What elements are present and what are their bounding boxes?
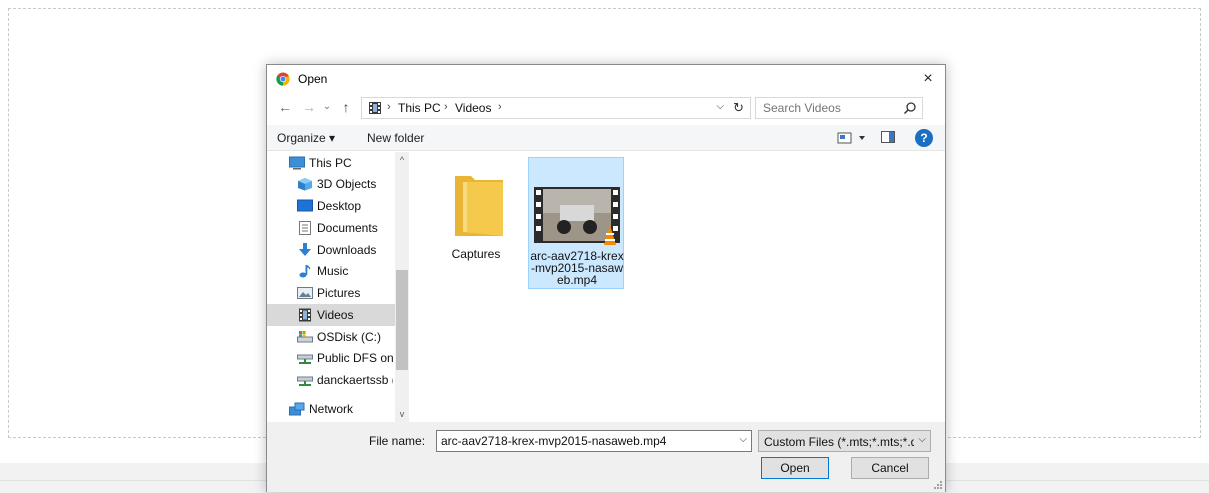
- dialog-titlebar: Open ×: [267, 65, 945, 93]
- file-name-panel: File name: ⌵ Custom Files (*.mts;*.mts;*…: [267, 422, 945, 492]
- back-button[interactable]: ←: [275, 95, 295, 119]
- new-folder-button[interactable]: New folder: [367, 131, 424, 145]
- sidebar-item-pictures[interactable]: Pictures: [267, 282, 395, 304]
- sidebar-item-label: Music: [317, 264, 349, 278]
- sidebar-item-this-pc[interactable]: This PC: [267, 152, 395, 174]
- sidebar-item-label: Desktop: [317, 199, 362, 213]
- resize-grip-icon[interactable]: [933, 480, 943, 490]
- sidebar-item-public-dfs[interactable]: Public DFS on N: [267, 347, 395, 369]
- videos-icon: [299, 308, 311, 322]
- search-box[interactable]: [755, 97, 923, 119]
- sidebar-item-label: Network: [309, 402, 354, 416]
- close-button[interactable]: ×: [917, 67, 939, 91]
- sidebar-item-label: Videos: [317, 308, 354, 322]
- sidebar-item-label: Pictures: [317, 286, 361, 300]
- desktop-icon: [297, 199, 313, 212]
- sidebar-item-label: Documents: [317, 221, 378, 235]
- address-bar[interactable]: › This PC › Videos › ⌵ ↻: [361, 97, 751, 119]
- sidebar-item-desktop[interactable]: Desktop: [267, 195, 395, 217]
- file-name: Captures: [451, 247, 501, 261]
- chevron-down-icon[interactable]: ⌵: [918, 434, 926, 445]
- breadcrumb-separator: ›: [444, 101, 448, 113]
- file-name: eb.mp4: [556, 273, 598, 287]
- navigation-scrollbar[interactable]: ^ v: [395, 152, 409, 422]
- network-drive-icon: [297, 376, 313, 386]
- search-icon[interactable]: [903, 101, 917, 115]
- scroll-thumb[interactable]: [396, 270, 408, 370]
- scroll-up-button[interactable]: ^: [395, 152, 409, 168]
- open-button-label: Open: [780, 461, 810, 475]
- sidebar-item-danckaertssb[interactable]: danckaertssb (\\: [267, 369, 395, 391]
- navigation-bar: ← → ⌄ ↑ › This PC › Videos › ⌵ ↻: [267, 95, 945, 121]
- breadcrumb-separator: ›: [498, 101, 502, 113]
- sidebar-item-music[interactable]: Music: [267, 260, 395, 282]
- open-button[interactable]: Open: [761, 457, 829, 479]
- sidebar-item-label: Downloads: [317, 243, 377, 257]
- breadcrumb-videos[interactable]: Videos: [455, 101, 491, 115]
- navigation-pane: This PC 3D Objects Desktop Documents Dow…: [267, 152, 409, 422]
- folder-icon: [455, 176, 503, 236]
- chevron-down-icon[interactable]: ⌵: [739, 434, 747, 445]
- file-list: Captures arc-aav2718-krex -mvp2015-nasaw…: [410, 152, 945, 422]
- network-drive-icon: [297, 354, 313, 364]
- breadcrumb-this-pc[interactable]: This PC: [398, 101, 441, 115]
- sidebar-item-label: danckaertssb (\\: [317, 373, 393, 387]
- breadcrumb-separator: ›: [387, 101, 391, 113]
- cancel-button[interactable]: Cancel: [851, 457, 929, 479]
- sidebar-item-documents[interactable]: Documents: [267, 217, 395, 239]
- file-item-captures[interactable]: Captures: [428, 156, 524, 286]
- search-input[interactable]: [756, 98, 896, 118]
- sidebar-item-downloads[interactable]: Downloads: [267, 239, 395, 261]
- preview-pane-icon[interactable]: [881, 131, 895, 143]
- sidebar-item-label: Public DFS on N: [317, 351, 393, 365]
- 3d-objects-icon: [298, 178, 312, 191]
- command-toolbar: Organize ▾ New folder ?: [267, 125, 945, 151]
- file-name-label: File name:: [369, 434, 426, 448]
- file-item-video[interactable]: arc-aav2718-krex -mvp2015-nasaw eb.mp4: [528, 157, 624, 289]
- drive-icon: [297, 331, 313, 343]
- cancel-button-label: Cancel: [871, 461, 909, 475]
- downloads-icon: [299, 243, 311, 256]
- address-dropdown-icon[interactable]: ⌵: [716, 101, 724, 112]
- scroll-down-button[interactable]: v: [395, 406, 409, 422]
- change-view-icon[interactable]: [837, 131, 867, 145]
- open-file-dialog: Open × ← → ⌄ ↑ › This PC › Videos › ⌵ ↻: [266, 64, 946, 492]
- documents-icon: [299, 221, 311, 235]
- sidebar-item-network[interactable]: Network: [267, 398, 395, 420]
- video-thumbnail-icon: [534, 187, 620, 245]
- dialog-title: Open: [298, 72, 328, 86]
- file-type-select[interactable]: Custom Files (*.mts;*.mts;*.qt;* ⌵: [758, 430, 931, 452]
- music-icon: [299, 265, 311, 278]
- file-name-combobox[interactable]: ⌵: [436, 430, 752, 452]
- file-type-value: Custom Files (*.mts;*.mts;*.qt;*: [764, 435, 914, 449]
- refresh-icon[interactable]: ↻: [733, 100, 744, 116]
- sidebar-item-3d-objects[interactable]: 3D Objects: [267, 173, 395, 195]
- pictures-icon: [297, 287, 313, 299]
- sidebar-item-videos[interactable]: Videos: [267, 304, 395, 326]
- up-button[interactable]: ↑: [337, 95, 355, 119]
- sidebar-item-label: 3D Objects: [317, 177, 377, 191]
- recent-locations-button[interactable]: ⌄: [320, 95, 334, 119]
- network-icon: [289, 402, 305, 416]
- computer-icon: [289, 156, 305, 170]
- sidebar-item-label: This PC: [309, 156, 352, 170]
- videos-icon: [369, 102, 381, 114]
- sidebar-item-osdisk[interactable]: OSDisk (C:): [267, 326, 395, 348]
- forward-button[interactable]: →: [299, 95, 319, 119]
- file-name-input[interactable]: [437, 431, 727, 451]
- help-button[interactable]: ?: [915, 129, 933, 147]
- sidebar-item-label: OSDisk (C:): [317, 330, 381, 344]
- chrome-icon: [276, 72, 290, 86]
- organize-button[interactable]: Organize ▾: [277, 131, 335, 145]
